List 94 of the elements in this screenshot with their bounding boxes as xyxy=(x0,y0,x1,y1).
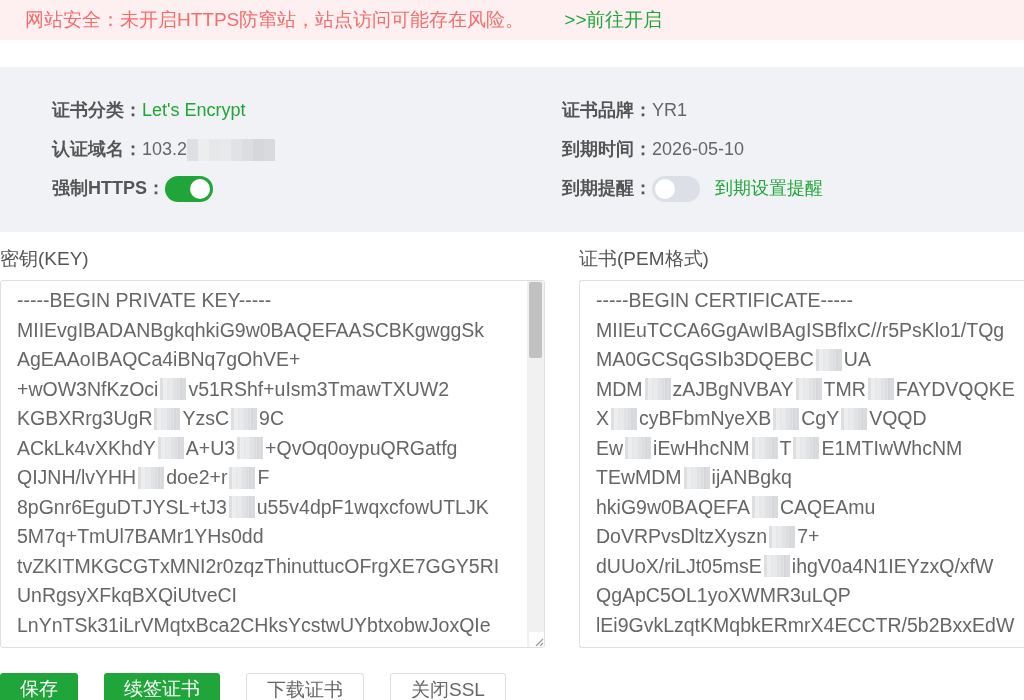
code-line: AgEAAoIBAQCa4iBNq7gOhVE+ xyxy=(17,347,301,372)
field-label: 到期提醒： xyxy=(562,177,652,200)
field-value: Let's Encrypt xyxy=(142,99,246,122)
code-fragment: FAYDVQQKE xyxy=(895,376,1015,402)
field-value: 2026-05-10 xyxy=(652,138,745,161)
redaction-mosaic xyxy=(793,437,820,460)
code-fragment: ijANBgkq xyxy=(711,465,792,490)
code-fragment: +wOW3NfKzOci xyxy=(17,376,159,402)
code-fragment: zAJBgNVBAY xyxy=(672,376,794,402)
code-line: -----BEGIN CERTIFICATE----- xyxy=(596,288,854,313)
code-fragment: doe2+r xyxy=(166,465,228,490)
field-label: 证书分类： xyxy=(52,99,142,122)
redaction-mosaic xyxy=(160,378,187,401)
code-line: lEi9GvkLzqtKMqbkERmrX4ECCTR/5b2BxxEdW xyxy=(596,612,1015,638)
field-value: 103.2 xyxy=(142,138,188,161)
redaction-mosaic xyxy=(625,437,652,460)
redaction-mosaic xyxy=(231,407,258,430)
code-fragment: TMR xyxy=(823,376,866,402)
redaction-mosaic xyxy=(751,437,778,460)
code-fragment: MDM xyxy=(596,376,643,402)
default-button[interactable]: 下载证书 xyxy=(246,673,364,700)
field-label: 强制HTTPS： xyxy=(52,177,165,200)
code-line: -----BEGIN PRIVATE KEY----- xyxy=(17,288,272,313)
code-fragment: E1MTIwWhcNM xyxy=(821,435,963,461)
redaction-mosaic xyxy=(644,378,671,401)
resize-handle-icon[interactable] xyxy=(529,632,544,647)
certificate-textarea[interactable] xyxy=(579,280,1024,648)
field-label: 认证域名： xyxy=(52,138,142,161)
code-line: MIIEuTCCA6GgAwIBAgISBflxC//r5PsKlo1/TQg xyxy=(596,317,1005,343)
code-fragment: iEwHhcNM xyxy=(653,435,750,461)
code-fragment: dUUoX/riLJt05msE xyxy=(596,553,762,579)
code-fragment: 8pGnr6EguDTJYSL+tJ3 xyxy=(17,494,227,520)
redaction-mosaic xyxy=(773,407,800,430)
code-fragment: YzsC xyxy=(182,406,230,431)
code-line: UnRgsyXFkqBXQiUtveCI xyxy=(17,583,237,608)
reminder-settings-link[interactable]: 到期设置提醒 xyxy=(715,175,823,202)
primary-button[interactable]: 保存 xyxy=(0,673,78,700)
code-line: 5M7q+TmUl7BAMr1YHs0dd xyxy=(17,524,264,549)
primary-button[interactable]: 续签证书 xyxy=(104,673,220,700)
code-fragment: F xyxy=(257,465,270,490)
code-fragment: v51RShf+uIsm3TmawTXUW2 xyxy=(188,376,450,402)
code-fragment: MA0GCSqGSIb3DQEBC xyxy=(596,347,814,372)
code-fragment: UA xyxy=(843,347,871,372)
code-fragment: KGBXRrg3UgR xyxy=(17,406,153,431)
toggle-switch[interactable] xyxy=(652,175,700,202)
enable-link[interactable]: >>前往开启 xyxy=(564,5,663,35)
code-fragment: A+U3 xyxy=(185,435,236,461)
code-fragment: CgY xyxy=(801,406,840,431)
code-fragment: +QvOq0oypuQRGatfg xyxy=(265,435,458,461)
code-fragment: ihgV0a4N1IEYzxQ/xfW xyxy=(791,553,994,579)
code-fragment: X xyxy=(596,406,609,431)
redaction-mosaic xyxy=(769,525,796,548)
code-fragment: cyBFbmNyeXB xyxy=(639,406,772,431)
field-label: 到期时间： xyxy=(562,138,652,161)
redaction-mosaic xyxy=(138,466,165,489)
redaction-mosaic xyxy=(815,348,842,371)
code-fragment: TEwMDM xyxy=(596,465,682,490)
redaction-mosaic xyxy=(229,466,256,489)
code-fragment: u55v4dpF1wqxcfowUTLJK xyxy=(256,494,489,520)
code-fragment: hkiG9w0BAQEFA xyxy=(596,494,750,520)
redaction-mosaic xyxy=(154,407,181,430)
section-label: 证书(PEM格式) xyxy=(579,247,709,271)
redaction-mosaic xyxy=(611,407,637,430)
redaction-mosaic xyxy=(763,555,790,578)
redaction-mosaic xyxy=(795,378,822,401)
code-fragment: T xyxy=(779,435,792,461)
code-line: LnYnTSk31iLrVMqtxBca2CHksYcstwUYbtxobwJoxQIe xyxy=(17,612,491,638)
key-textarea[interactable] xyxy=(0,280,545,648)
code-fragment: 7+ xyxy=(797,524,820,549)
redaction-mosaic xyxy=(157,437,184,460)
code-fragment: ACkLk4vXKhdY xyxy=(17,435,156,461)
section-label: 密钥(KEY) xyxy=(0,247,89,271)
code-fragment: CAQEAmu xyxy=(779,494,876,520)
code-fragment: VQQD xyxy=(869,406,927,431)
redaction-mosaic xyxy=(237,437,264,460)
redaction-mosaic xyxy=(867,378,894,401)
code-fragment: DoVRPvsDltzXyszn xyxy=(596,524,768,549)
code-fragment: 9C xyxy=(259,406,284,431)
field-label: 证书品牌： xyxy=(562,99,652,122)
redaction-mosaic xyxy=(751,496,778,519)
code-line: QgApC5OL1yoXWMR3uLQP xyxy=(596,583,851,608)
field-value: YR1 xyxy=(652,99,687,122)
redaction-mosaic xyxy=(683,466,710,489)
code-line: tvZKITMKGCGTxMNI2r0zqzThinuttucOFrgXE7GGY5RI xyxy=(17,553,500,579)
banner-message: 网站安全：未开启HTTPS防窜站，站点访问可能存在风险。 xyxy=(25,7,525,32)
redaction-mosaic xyxy=(841,407,868,430)
scrollbar-track[interactable] xyxy=(527,281,544,647)
redaction-mosaic xyxy=(228,496,255,519)
code-fragment: QIJNH/lvYHH xyxy=(17,465,137,490)
code-line: MIIEvgIBADANBgkqhkiG9w0BAQEFAASCBKgwggSk xyxy=(17,317,485,343)
toggle-switch[interactable] xyxy=(165,175,213,202)
code-fragment: Ew xyxy=(596,435,624,461)
scrollbar-thumb[interactable] xyxy=(529,282,542,358)
default-button[interactable]: 关闭SSL xyxy=(390,673,506,700)
